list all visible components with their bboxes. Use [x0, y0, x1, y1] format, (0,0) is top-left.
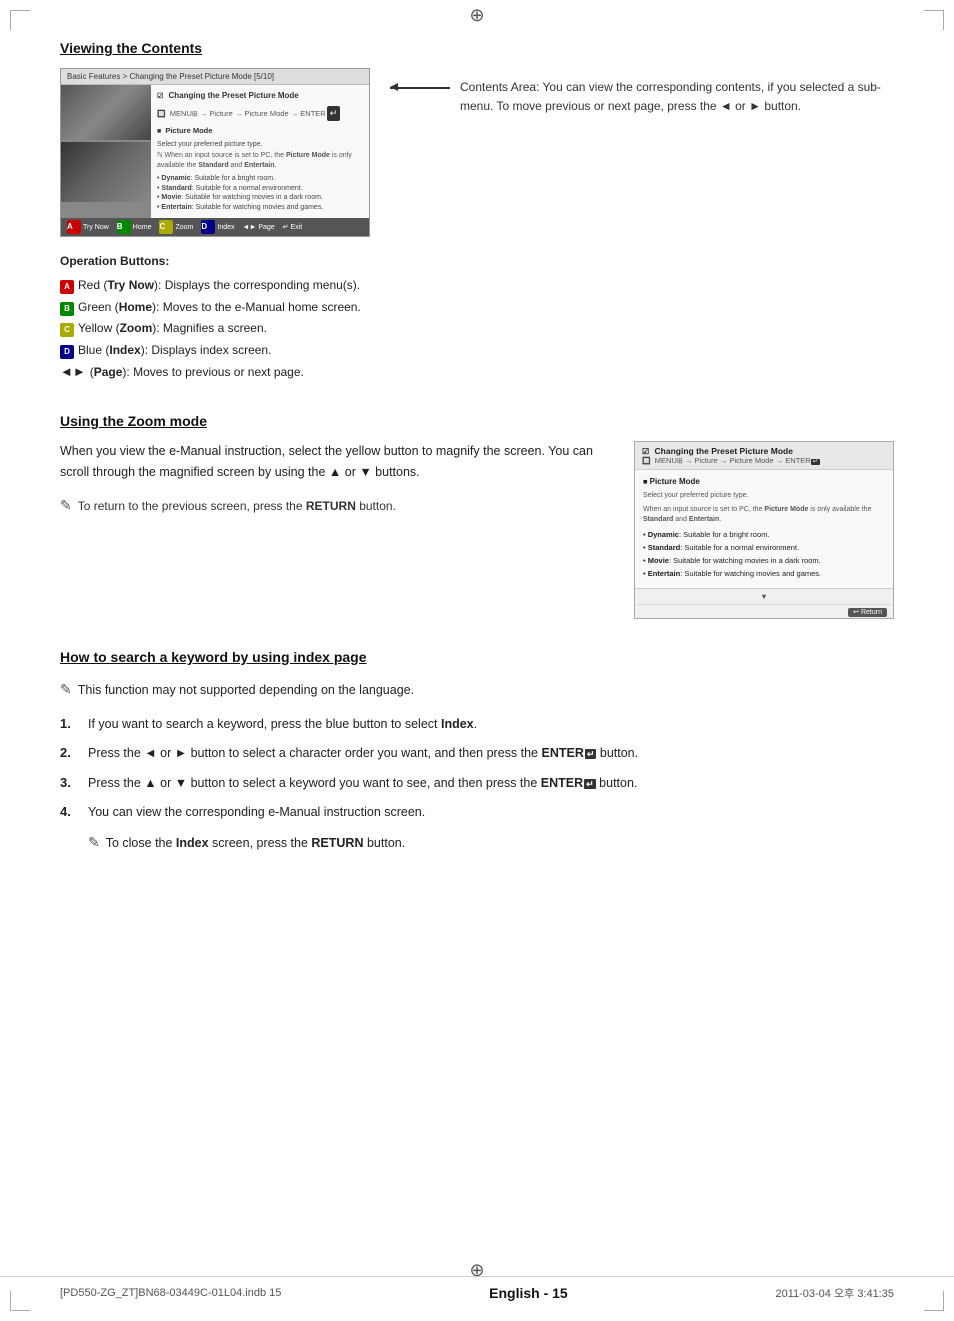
preview-path: 🔲 MENU⊞ → Picture → Picture Mode → ENTER… [157, 106, 363, 122]
zoom-preview-items: • Dynamic: Suitable for a bright room. •… [643, 529, 885, 580]
zoom-item-standard: • Standard: Suitable for a normal enviro… [643, 542, 885, 553]
zoom-note: ✎ To return to the previous screen, pres… [60, 494, 614, 518]
index-content-area: ✎ This function may not supported depend… [60, 677, 894, 855]
zoom-note-text: To return to the previous screen, press … [78, 496, 396, 516]
zoom-preview-down-arrow: ▼ [760, 592, 767, 601]
section-viewing-contents: Viewing the Contents Basic Features > Ch… [60, 40, 894, 383]
index-sub-note-icon: ✎ [88, 830, 100, 855]
step-text-2: Press the ◄ or ► button to select a char… [88, 742, 894, 765]
zoom-item-movie: • Movie: Suitable for watching movies in… [643, 555, 885, 566]
op-label-red: Red (Try Now): Displays the correspondin… [78, 275, 360, 295]
index-note-icon: ✎ [60, 677, 72, 702]
op-item-green: B Green (Home): Moves to the e-Manual ho… [60, 297, 894, 317]
op-item-yellow: C Yellow (Zoom): Magnifies a screen. [60, 318, 894, 338]
preview-btn-c: C [159, 220, 173, 234]
zoom-preview-section-title: Picture Mode [650, 477, 700, 486]
preview-section-title: ☑ Changing the Preset Picture Mode [157, 90, 363, 103]
zoom-content-area: When you view the e-Manual instruction, … [60, 441, 894, 619]
annotation-text: Contents Area: You can view the correspo… [460, 78, 894, 116]
index-steps-list: 1. If you want to search a keyword, pres… [60, 712, 894, 855]
index-sub-note: ✎ To close the Index screen, press the R… [88, 830, 894, 855]
op-btn-red: A [60, 280, 74, 294]
op-btn-green: B [60, 302, 74, 316]
preview-btn-b: B [117, 220, 131, 234]
contents-annotation: Contents Area: You can view the correspo… [390, 68, 894, 116]
step-num-1: 1. [60, 712, 80, 735]
annotation-line: Contents Area: You can view the correspo… [390, 78, 894, 116]
preview-footer: A Try Now B Home C Zoom D Index ◄► Page … [61, 218, 369, 236]
op-btn-blue: D [60, 345, 74, 359]
step-num-3: 3. [60, 771, 80, 794]
preview-btn-page: ◄► Page [243, 220, 275, 234]
preview-btn-d: D [201, 220, 215, 234]
index-step-3: 3. Press the ▲ or ▼ button to select a k… [60, 771, 894, 795]
zoom-preview-section-desc: Select your preferred picture type. [643, 491, 885, 502]
section-title-index: How to search a keyword by using index p… [60, 649, 894, 665]
preview-picture-mode-desc: Select your preferred picture type. [157, 140, 363, 150]
zoom-preview-box: ☑ Changing the Preset Picture Mode 🔲 MEN… [634, 441, 894, 619]
preview-btn-a: A [67, 220, 81, 234]
viewing-content-area: Basic Features > Changing the Preset Pic… [60, 68, 894, 237]
op-label-yellow: Yellow (Zoom): Magnifies a screen. [78, 318, 267, 338]
operation-buttons-title: Operation Buttons: [60, 251, 894, 271]
emanual-preview-box: Basic Features > Changing the Preset Pic… [60, 68, 370, 237]
note-icon: ✎ [60, 494, 72, 518]
zoom-item-dynamic: • Dynamic: Suitable for a bright room. [643, 529, 885, 540]
zoom-description: When you view the e-Manual instruction, … [60, 441, 614, 484]
index-note-text: This function may not supported dependin… [78, 679, 414, 702]
step-text-3: Press the ▲ or ▼ button to select a keyw… [88, 772, 894, 795]
zoom-description-area: When you view the e-Manual instruction, … [60, 441, 614, 517]
section-zoom-mode: Using the Zoom mode When you view the e-… [60, 413, 894, 619]
preview-image-bottom [61, 142, 151, 202]
op-label-green: Green (Home): Moves to the e-Manual home… [78, 297, 361, 317]
step-text-4: You can view the corresponding e-Manual … [88, 801, 894, 824]
op-label-blue: Blue (Index): Displays index screen. [78, 340, 271, 360]
op-item-blue: D Blue (Index): Displays index screen. [60, 340, 894, 360]
footer-left: [PD550-ZG_ZT]BN68-03449C-01L04.indb 15 [60, 1287, 281, 1299]
zoom-item-entertain: • Entertain: Suitable for watching movie… [643, 568, 885, 579]
preview-items: • Dynamic: Suitable for a bright room. •… [157, 174, 363, 213]
preview-body: ☑ Changing the Preset Picture Mode 🔲 MEN… [61, 85, 369, 218]
zoom-preview-title: ☑ Changing the Preset Picture Mode [642, 446, 886, 456]
op-label-page: (Page): Moves to previous or next page. [90, 362, 304, 382]
preview-text-area: ☑ Changing the Preset Picture Mode 🔲 MEN… [151, 85, 369, 218]
preview-picture-mode-label: Picture Mode [165, 126, 212, 135]
page-footer: [PD550-ZG_ZT]BN68-03449C-01L04.indb 15 E… [0, 1276, 954, 1301]
index-step-2: 2. Press the ◄ or ► button to select a c… [60, 741, 894, 765]
section-title-zoom: Using the Zoom mode [60, 413, 894, 429]
index-step-1: 1. If you want to search a keyword, pres… [60, 712, 894, 736]
zoom-preview-header: ☑ Changing the Preset Picture Mode 🔲 MEN… [635, 442, 893, 470]
zoom-return-button: ↩ Return [848, 608, 887, 617]
op-btn-yellow: C [60, 323, 74, 337]
step-num-2: 2. [60, 741, 80, 764]
preview-image-area [61, 85, 151, 218]
section-title-viewing: Viewing the Contents [60, 40, 894, 56]
zoom-preview-footer: ▼ [635, 588, 893, 604]
section-index-search: How to search a keyword by using index p… [60, 649, 894, 855]
zoom-preview-note: When an input source is set to PC, the P… [643, 505, 885, 526]
preview-header: Basic Features > Changing the Preset Pic… [61, 69, 369, 85]
step-num-4: 4. [60, 800, 80, 823]
annotation-arrow-icon [390, 87, 450, 89]
preview-image-top [61, 85, 151, 140]
footer-right: 2011-03-04 오후 3:41:35 [775, 1285, 894, 1301]
index-sub-note-text: To close the Index screen, press the RET… [106, 832, 405, 855]
index-step-4: 4. You can view the corresponding e-Manu… [60, 800, 894, 824]
operation-buttons-section: Operation Buttons: A Red (Try Now): Disp… [60, 251, 894, 383]
op-item-page: ◄► (Page): Moves to previous or next pag… [60, 361, 894, 383]
footer-center-page-number: English - 15 [489, 1285, 568, 1301]
zoom-preview-path: 🔲 MENU⊞ → Picture → Picture Mode → ENTER… [642, 456, 886, 465]
op-item-red: A Red (Try Now): Displays the correspond… [60, 275, 894, 295]
zoom-preview-return-bar: ↩ Return [635, 604, 893, 618]
preview-note: ℕ When an input source is set to PC, the… [157, 151, 363, 171]
zoom-preview-body: ■ Picture Mode Select your preferred pic… [635, 470, 893, 588]
op-nav-arrows: ◄► [60, 361, 86, 383]
index-note: ✎ This function may not supported depend… [60, 677, 894, 702]
step-text-1: If you want to search a keyword, press t… [88, 713, 894, 736]
preview-btn-exit: ↵ Exit [283, 220, 302, 234]
